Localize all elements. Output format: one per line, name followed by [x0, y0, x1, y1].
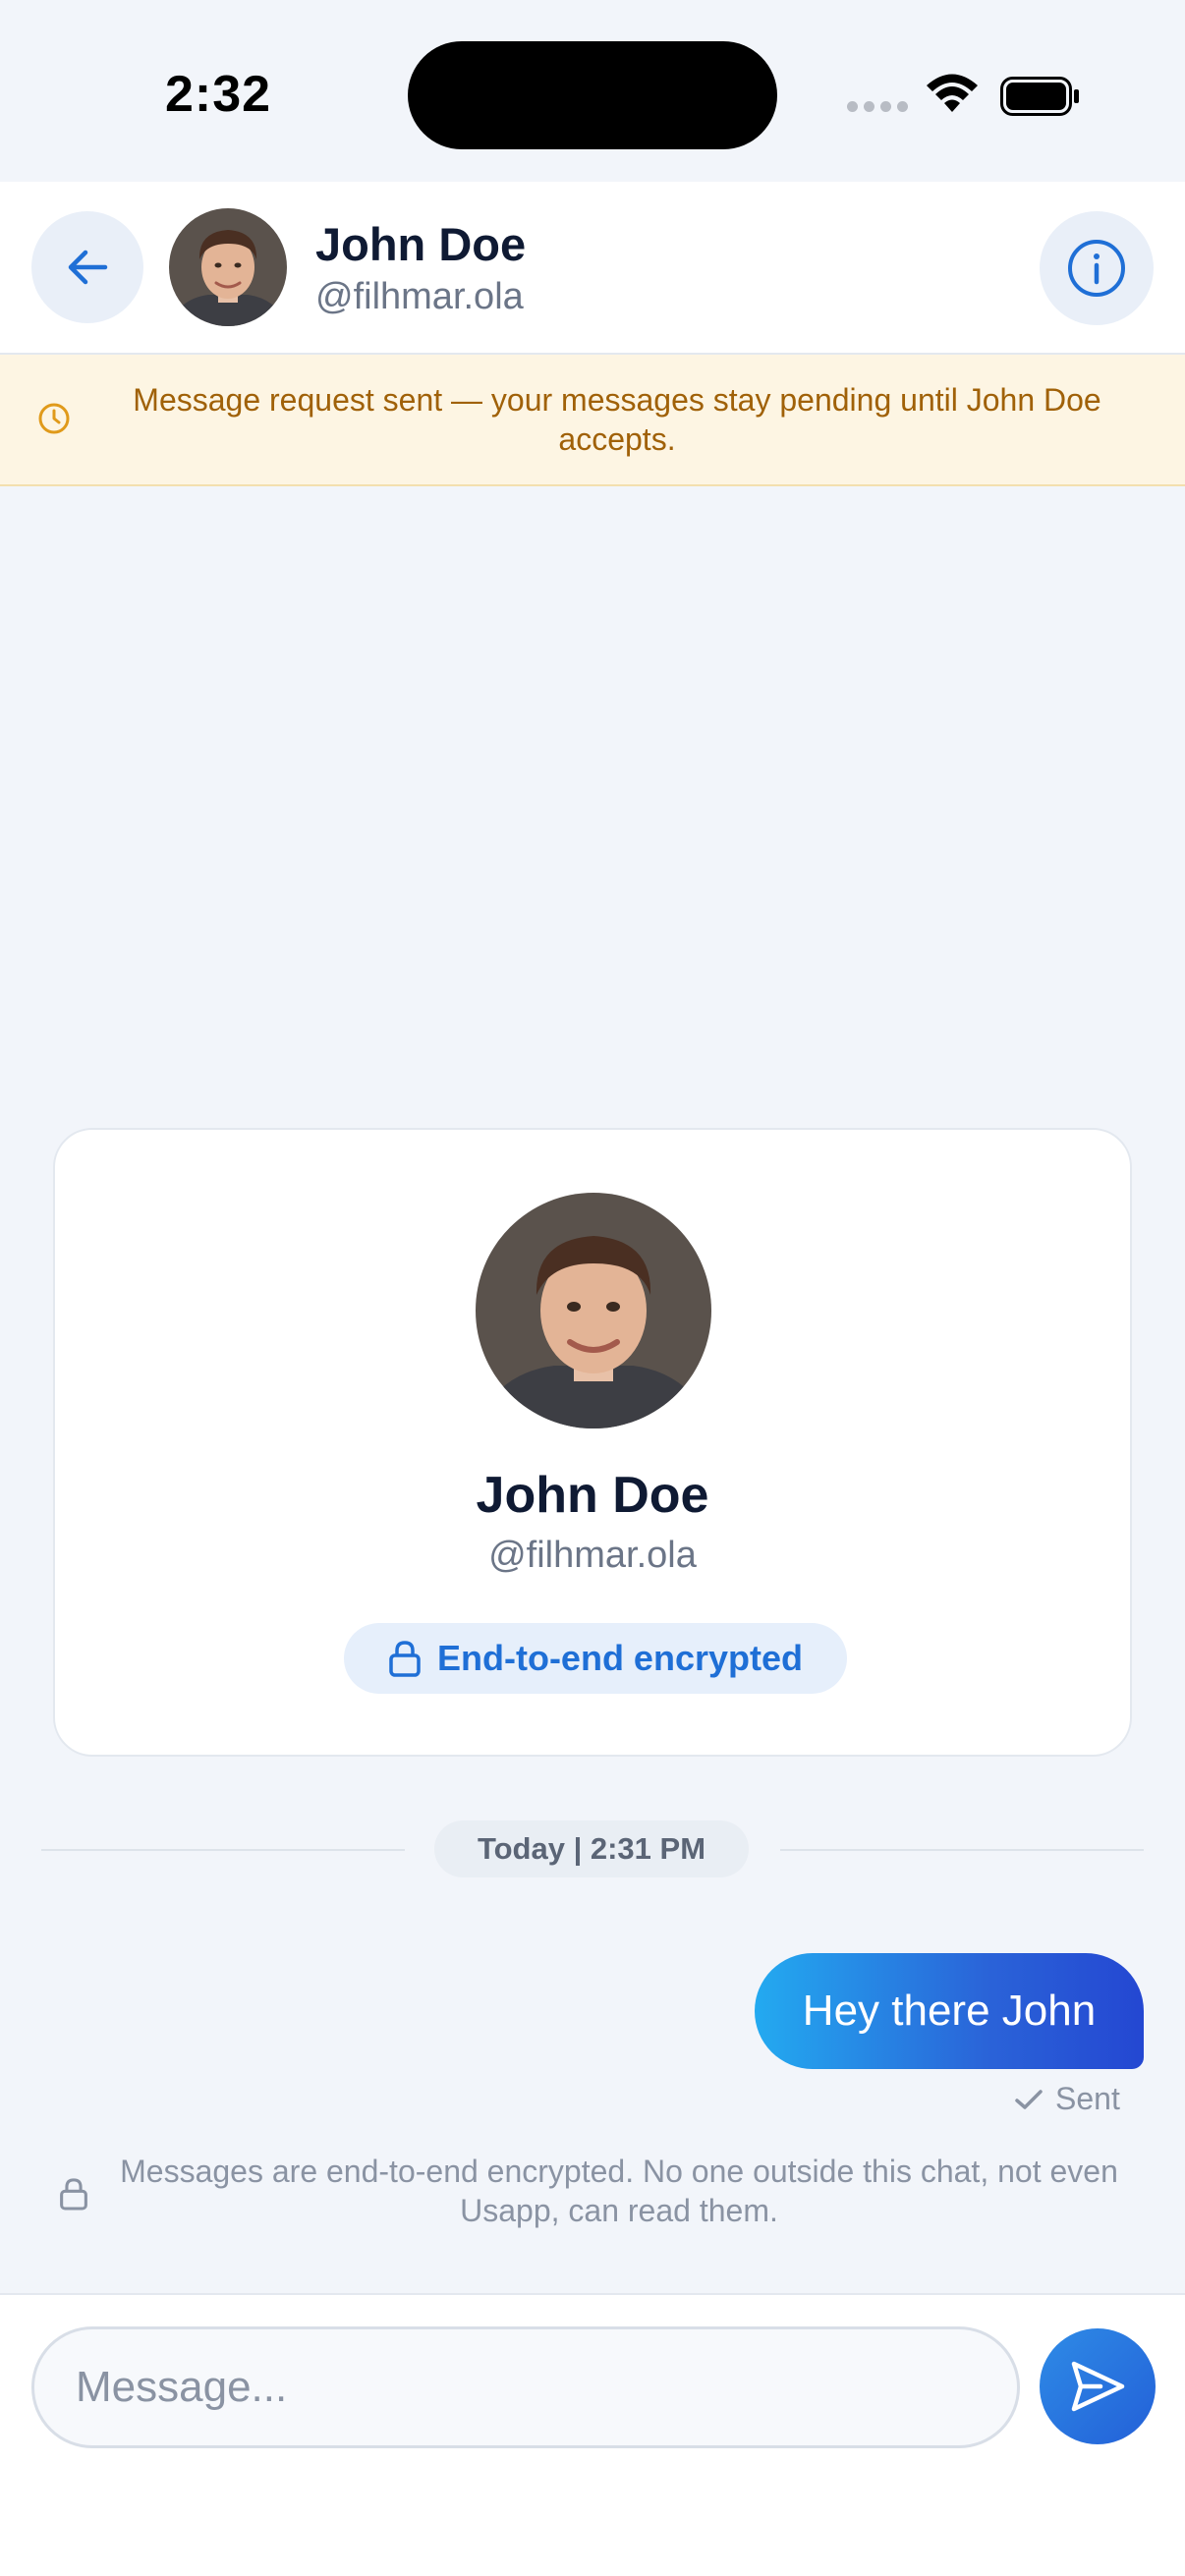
message-input[interactable] — [31, 2326, 1020, 2448]
divider-line-left — [41, 1849, 405, 1851]
chat-header: John Doe @filhmar.ola — [0, 182, 1185, 355]
contact-profile-card: John Doe @filhmar.ola End-to-end encrypt… — [53, 1128, 1132, 1757]
message-composer — [0, 2293, 1185, 2576]
profile-name: John Doe — [476, 1467, 709, 1524]
lock-icon — [60, 2178, 87, 2211]
send-button[interactable] — [1040, 2328, 1156, 2444]
checkmark-icon — [1015, 2089, 1043, 2109]
message-status-label: Sent — [1055, 2081, 1120, 2116]
arrow-left-icon — [68, 250, 108, 285]
divider-line-right — [780, 1849, 1144, 1851]
back-button[interactable] — [31, 211, 143, 323]
dynamic-island — [408, 41, 777, 149]
send-icon — [1071, 2361, 1125, 2412]
cellular-signal-icon — [847, 101, 908, 112]
profile-avatar[interactable] — [476, 1193, 711, 1428]
clock-icon — [38, 403, 70, 434]
outgoing-message-bubble[interactable]: Hey there John — [755, 1953, 1144, 2069]
encryption-notice: Messages are end-to-end encrypted. No on… — [120, 2154, 1118, 2228]
lock-icon — [389, 1641, 421, 1677]
banner-text: Message request sent — your messages sta… — [133, 382, 1101, 457]
info-icon — [1068, 240, 1125, 297]
wifi-icon — [927, 74, 978, 112]
status-time: 2:32 — [165, 66, 272, 123]
battery-icon — [1000, 77, 1079, 116]
contact-avatar[interactable] — [169, 208, 287, 326]
contact-name[interactable]: John Doe — [315, 217, 526, 271]
message-status: Sent — [1014, 2081, 1120, 2117]
contact-handle: @filhmar.ola — [315, 276, 524, 317]
date-divider: Today | 2:31 PM — [434, 1820, 749, 1877]
profile-handle: @filhmar.ola — [488, 1535, 697, 1576]
info-button[interactable] — [1040, 211, 1154, 325]
message-request-banner: Message request sent — your messages sta… — [0, 355, 1185, 486]
encryption-badge: End-to-end encrypted — [344, 1623, 847, 1694]
encryption-badge-label: End-to-end encrypted — [436, 1638, 803, 1678]
status-bar: 2:32 — [0, 0, 1185, 182]
